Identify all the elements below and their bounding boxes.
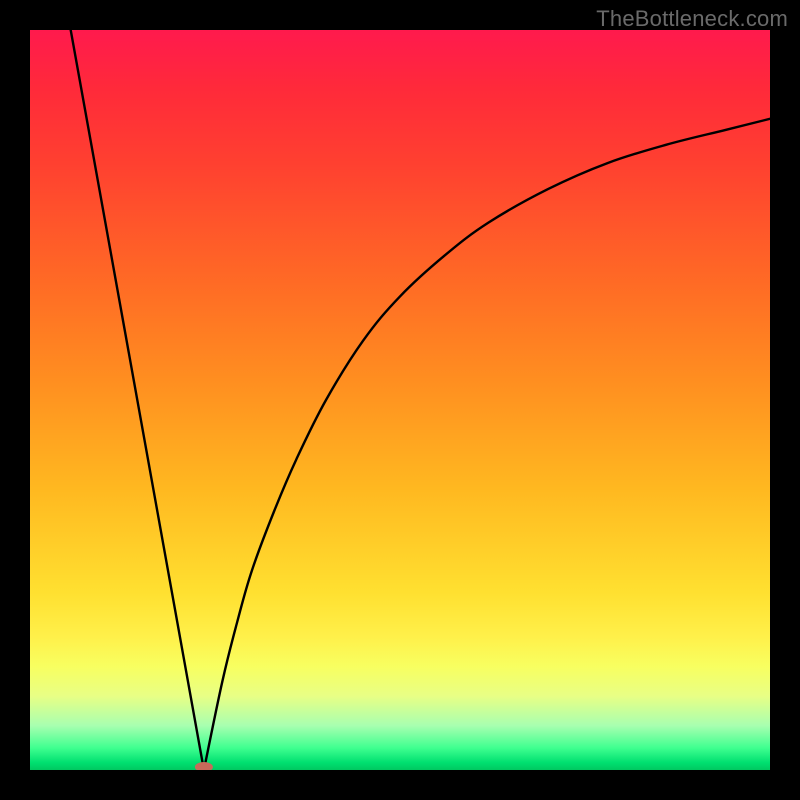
right-curve-line: [204, 119, 770, 770]
curve-layer: [30, 30, 770, 770]
plot-area: [30, 30, 770, 770]
minimum-marker: [195, 762, 213, 770]
chart-frame: TheBottleneck.com: [0, 0, 800, 800]
left-slope-line: [71, 30, 204, 770]
watermark-text: TheBottleneck.com: [596, 6, 788, 32]
series-layer: [71, 30, 770, 770]
